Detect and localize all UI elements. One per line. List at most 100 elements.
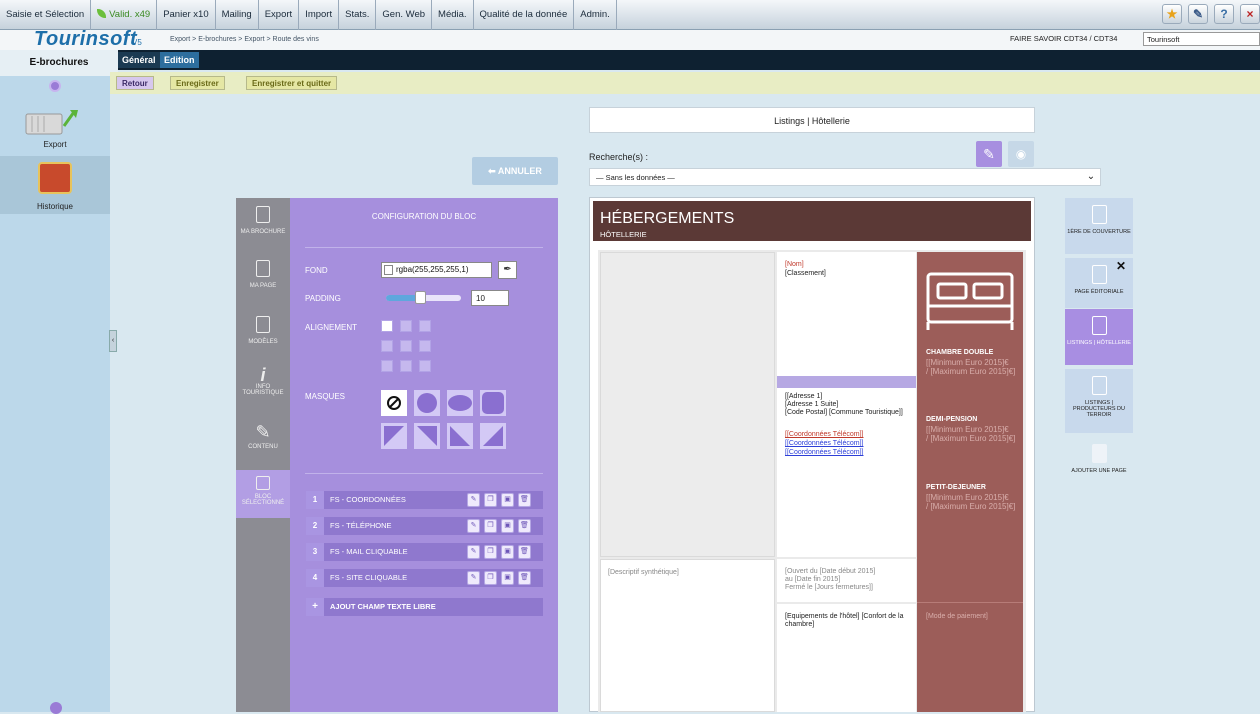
tab-ma-page[interactable]: MA PAGE	[236, 260, 290, 289]
fond-swatch[interactable]	[384, 265, 393, 275]
field-row[interactable]: 4 FS - SITE CLIQUABLE ✎ ❐ ▣ 🗑	[306, 569, 543, 587]
field-row[interactable]: 2 FS - TÉLÉPHONE ✎ ❐ ▣ 🗑	[306, 517, 543, 535]
annuler-button[interactable]: ⬅ ANNULER	[472, 157, 558, 185]
menu-admin[interactable]: Admin.	[574, 0, 617, 30]
copy-icon[interactable]: ❐	[484, 545, 497, 559]
chevron-down-icon[interactable]: ⌄	[1084, 168, 1098, 186]
menu-export[interactable]: Export	[259, 0, 300, 30]
edit-icon[interactable]: ✎	[467, 545, 480, 559]
mask-triangle-tr-icon[interactable]	[414, 423, 440, 449]
mask-none-icon[interactable]	[381, 390, 407, 416]
fond-input[interactable]: rgba(255,255,255,1)	[381, 262, 492, 278]
image-block[interactable]	[600, 252, 775, 557]
add-text-field-button[interactable]: AJOUT CHAMP TEXTE LIBRE	[306, 598, 543, 616]
trash-icon[interactable]: 🗑	[518, 519, 531, 533]
page-listings-producteurs[interactable]: LISTINGS | PRODUCTEURS DU TERROIR	[1065, 369, 1133, 433]
menu-qualite[interactable]: Qualité de la donnée	[474, 0, 575, 30]
breadcrumb[interactable]: Export > E-brochures > Export > Route de…	[170, 36, 319, 43]
edit-icon[interactable]: ✎	[467, 519, 480, 533]
paiement-field: [Mode de paiement]	[926, 613, 988, 620]
tab-contenu[interactable]: ✎ CONTENU	[236, 420, 290, 450]
copy-icon[interactable]: ❐	[484, 519, 497, 533]
mask-rounded-square-icon[interactable]	[480, 390, 506, 416]
menu-saisie[interactable]: Saisie et Sélection	[0, 0, 92, 30]
tab-ma-brochure[interactable]: MA BROCHURE	[236, 206, 290, 235]
eye-icon[interactable]: ◉	[1008, 141, 1034, 167]
save-icon[interactable]: ▣	[501, 519, 514, 533]
close-icon[interactable]: ✕	[1114, 259, 1128, 273]
edit-icon[interactable]: ✎	[467, 493, 480, 507]
align-bottom-left[interactable]	[381, 360, 393, 372]
folder-icon[interactable]	[38, 162, 72, 194]
edit-icon[interactable]: ✎	[467, 571, 480, 585]
mask-circle-icon[interactable]	[414, 390, 440, 416]
wrench-icon[interactable]: ✎	[1188, 4, 1208, 24]
menu-panier[interactable]: Panier x10	[157, 0, 216, 30]
descriptif-block[interactable]	[600, 559, 775, 712]
page-listings-hotellerie[interactable]: LISTINGS | HÔTELLERIE	[1065, 309, 1133, 365]
export-icon[interactable]	[18, 104, 88, 144]
sidebar-historique-label[interactable]: Historique	[0, 202, 110, 211]
align-top-right[interactable]	[419, 320, 431, 332]
tab-general[interactable]: Général	[118, 52, 160, 68]
org-select[interactable]: Tourinsoft	[1143, 32, 1260, 46]
trash-icon[interactable]: 🗑	[518, 545, 531, 559]
plus-icon[interactable]: +	[306, 598, 324, 616]
color-picker-icon[interactable]: ✒	[498, 261, 517, 279]
menu-stats[interactable]: Stats.	[339, 0, 377, 30]
star-icon[interactable]: ★	[1162, 4, 1182, 24]
save-button[interactable]: Enregistrer	[170, 76, 225, 90]
tab-edition[interactable]: Edition	[160, 52, 199, 68]
sidebar-export-label[interactable]: Export	[0, 140, 110, 149]
fond-label: FOND	[305, 266, 328, 275]
padding-input[interactable]: 10	[471, 290, 509, 306]
search-select[interactable]: — Sans les données —	[589, 168, 1101, 186]
add-page-button[interactable]: AJOUTER UNE PAGE	[1065, 437, 1133, 487]
copy-icon[interactable]: ❐	[484, 571, 497, 585]
sidebar-bottom-icon[interactable]	[50, 702, 62, 714]
add-page-icon	[1091, 444, 1107, 463]
align-top-center[interactable]	[400, 320, 412, 332]
mask-triangle-bl-icon[interactable]	[447, 423, 473, 449]
trash-icon[interactable]: 🗑	[518, 571, 531, 585]
menu-gen-web[interactable]: Gen. Web	[376, 0, 433, 30]
padding-label: PADDING	[305, 294, 341, 303]
page-couverture[interactable]: 1ÈRE DE COUVERTURE	[1065, 198, 1133, 254]
menu-valid[interactable]: Valid. x49	[91, 0, 158, 30]
menu-mailing[interactable]: Mailing	[216, 0, 259, 30]
close-icon[interactable]: ×	[1240, 4, 1260, 24]
save-icon[interactable]: ▣	[501, 571, 514, 585]
align-top-left[interactable]	[381, 320, 393, 332]
sidebar-add-icon[interactable]	[49, 80, 61, 92]
mask-ellipse-icon[interactable]	[447, 390, 473, 416]
retour-button[interactable]: Retour	[116, 76, 154, 90]
telecom-field: [[Coordonnées Télécom]]	[785, 449, 864, 456]
tab-bloc-selectionne[interactable]: BLOC SÉLECTIONNÉ	[236, 470, 290, 518]
mask-triangle-tl-icon[interactable]	[381, 423, 407, 449]
help-icon[interactable]: ?	[1214, 4, 1234, 24]
field-row[interactable]: 3 FS - MAIL CLIQUABLE ✎ ❐ ▣ 🗑	[306, 543, 543, 561]
copy-icon[interactable]: ❐	[484, 493, 497, 507]
align-middle-right[interactable]	[419, 340, 431, 352]
tab-modeles[interactable]: MODÈLES	[236, 316, 290, 345]
pencil-icon[interactable]: ✎	[976, 141, 1002, 167]
save-icon[interactable]: ▣	[501, 545, 514, 559]
field-number: 4	[306, 569, 324, 587]
trash-icon[interactable]: 🗑	[518, 493, 531, 507]
block-separator[interactable]	[777, 376, 916, 388]
padding-slider-handle[interactable]	[415, 291, 426, 304]
field-row[interactable]: 1 FS - COORDONNÉES ✎ ❐ ▣ 🗑	[306, 491, 543, 509]
save-icon[interactable]: ▣	[501, 493, 514, 507]
app-logo[interactable]: Tourinsoft	[34, 28, 137, 51]
align-bottom-center[interactable]	[400, 360, 412, 372]
tab-info-touristique[interactable]: i INFO TOURISTIQUE	[236, 366, 290, 396]
align-bottom-right[interactable]	[419, 360, 431, 372]
page-icon	[256, 260, 270, 277]
save-and-quit-button[interactable]: Enregistrer et quitter	[246, 76, 338, 90]
menu-media[interactable]: Média.	[432, 0, 474, 30]
sidebar-collapse-handle[interactable]: ‹	[109, 330, 117, 352]
align-middle-left[interactable]	[381, 340, 393, 352]
menu-import[interactable]: Import	[299, 0, 340, 30]
mask-triangle-br-icon[interactable]	[480, 423, 506, 449]
align-middle-center[interactable]	[400, 340, 412, 352]
